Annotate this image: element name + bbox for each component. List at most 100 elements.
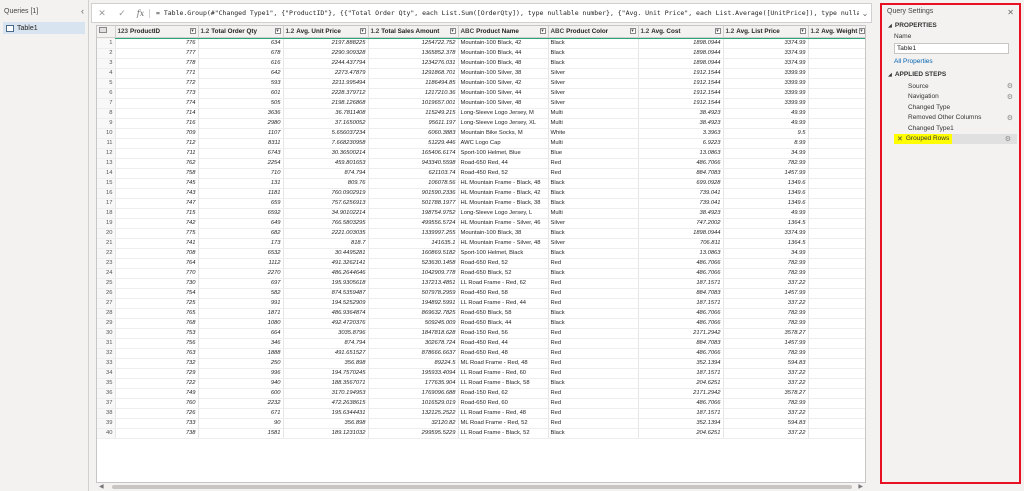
table-row[interactable]: 40 738 1581 189.1231032 299595.5229 LL Road F… [97, 428, 865, 439]
table-cell[interactable]: Long-Sleeve Logo Jersey, L [458, 208, 549, 219]
table-cell[interactable] [808, 388, 865, 399]
table-cell[interactable]: 768 [115, 318, 199, 329]
table-row[interactable]: 20 775 682 2221.003035 1339997.255 Mountain-1… [97, 228, 865, 239]
row-number[interactable]: 18 [97, 208, 116, 219]
table-cell[interactable]: 621103.74 [368, 168, 459, 179]
table-cell[interactable]: 763 [115, 348, 199, 359]
table-cell[interactable]: 3374.99 [723, 48, 809, 59]
table-cell[interactable]: 486.9364874 [283, 308, 369, 319]
table-cell[interactable]: LL Road Frame - Red, 60 [458, 368, 549, 379]
row-number[interactable]: 22 [97, 248, 116, 259]
table-cell[interactable]: 710 [198, 168, 284, 179]
table-cell[interactable]: 165406.6174 [368, 148, 459, 159]
table-cell[interactable] [808, 128, 865, 139]
column-header-total-sales-amount[interactable]: 1.2 Total Sales Amount ▾ [368, 26, 459, 38]
table-cell[interactable]: 509245.009 [368, 318, 459, 329]
table-row[interactable]: 9 716 2980 37.1650052 95611.197 Long-Sleeve L… [97, 118, 865, 129]
table-cell[interactable]: 2171.2942 [638, 388, 724, 399]
table-cell[interactable]: 754 [115, 288, 199, 299]
table-cell[interactable]: 3399.99 [723, 88, 809, 99]
table-cell[interactable]: 697 [198, 278, 284, 289]
table-cell[interactable]: 195.6344431 [283, 408, 369, 419]
table-cell[interactable]: ML Road Frame - Red, 52 [458, 418, 549, 429]
table-cell[interactable]: 884.7083 [638, 338, 724, 349]
table-cell[interactable]: 337.22 [723, 408, 809, 419]
table-cell[interactable]: 523630.1458 [368, 258, 459, 269]
table-cell[interactable]: 2254 [198, 158, 284, 169]
table-cell[interactable]: 725 [115, 298, 199, 309]
table-cell[interactable]: Road-150 Red, 62 [458, 388, 549, 399]
table-cell[interactable]: 1769096.688 [368, 388, 459, 399]
collapse-chevron-icon[interactable]: ‹ [81, 6, 84, 16]
table-cell[interactable]: 760 [115, 398, 199, 409]
table-row[interactable]: 24 770 2270 486.2644646 1042909.778 Road-650 … [97, 268, 865, 279]
column-header-avg-weight[interactable]: 1.2 Avg. Weight ▾ [808, 26, 865, 38]
table-cell[interactable]: Road-650 Black, 52 [458, 268, 549, 279]
table-cell[interactable]: Red [548, 158, 639, 169]
table-cell[interactable] [808, 208, 865, 219]
table-cell[interactable]: 747.2002 [638, 218, 724, 229]
filter-dropdown-icon[interactable]: ▾ [274, 28, 281, 34]
table-cell[interactable]: 764 [115, 258, 199, 269]
column-header-avg-unit-price[interactable]: 1.2 Avg. Unit Price ▾ [283, 26, 369, 38]
table-cell[interactable]: 299595.5229 [368, 428, 459, 439]
query-item-table1[interactable]: Table1 [3, 22, 85, 34]
table-cell[interactable]: 106078.56 [368, 178, 459, 189]
table-cell[interactable] [808, 158, 865, 169]
table-cell[interactable]: Mountain-100 Black, 42 [458, 39, 549, 49]
table-cell[interactable]: 1349.6 [723, 178, 809, 189]
table-cell[interactable]: 356.898 [283, 418, 369, 429]
table-cell[interactable] [808, 378, 865, 389]
applied-step-source[interactable]: Source ⚙ [882, 81, 1019, 92]
table-cell[interactable] [808, 188, 865, 199]
table-cell[interactable]: Black [548, 378, 639, 389]
table-row[interactable]: 36 749 600 3170.194953 1769096.688 Road-150 R… [97, 388, 865, 399]
table-cell[interactable]: 486.7066 [638, 398, 724, 409]
table-cell[interactable]: 601 [198, 88, 284, 99]
table-cell[interactable]: 991 [198, 298, 284, 309]
table-cell[interactable]: 3636 [198, 108, 284, 119]
table-cell[interactable]: 869632.7825 [368, 308, 459, 319]
table-cell[interactable]: 337.22 [723, 378, 809, 389]
table-cell[interactable]: 1042909.778 [368, 268, 459, 279]
table-cell[interactable]: 36.7811408 [283, 108, 369, 119]
table-cell[interactable]: 6592 [198, 208, 284, 219]
table-cell[interactable]: 874.5359487 [283, 288, 369, 299]
delete-step-icon[interactable]: ✕ [897, 135, 903, 143]
table-cell[interactable] [808, 138, 865, 149]
table-cell[interactable]: 593 [198, 78, 284, 89]
expand-formula-icon[interactable]: ⌄ [859, 9, 871, 18]
table-cell[interactable]: 771 [115, 68, 199, 79]
table-row[interactable]: 4 771 642 2273.47879 1291868.701 Mountain-100… [97, 68, 865, 79]
row-number[interactable]: 1 [97, 39, 116, 49]
filter-dropdown-icon[interactable]: ▾ [799, 28, 806, 34]
table-row[interactable]: 27 725 991 194.5252909 194892.5991 LL Road Fr… [97, 298, 865, 309]
table-cell[interactable]: 743 [115, 188, 199, 199]
table-cell[interactable]: Black [548, 178, 639, 189]
table-cell[interactable]: Red [548, 348, 639, 359]
table-cell[interactable]: 9.5 [723, 128, 809, 139]
table-cell[interactable]: HL Mountain Frame - Silver, 46 [458, 218, 549, 229]
table-cell[interactable]: Mountain-100 Black, 38 [458, 228, 549, 239]
table-cell[interactable]: 772 [115, 78, 199, 89]
table-cell[interactable]: 6.9223 [638, 138, 724, 149]
table-cell[interactable]: 3399.99 [723, 98, 809, 109]
table-cell[interactable]: 459.801653 [283, 158, 369, 169]
queries-header[interactable]: Queries [1] ‹ [0, 0, 88, 22]
table-cell[interactable]: 711 [115, 148, 199, 159]
table-cell[interactable]: 492.4720376 [283, 318, 369, 329]
table-cell[interactable]: 732 [115, 358, 199, 369]
table-row[interactable]: 1 776 634 2197.888225 1254722.752 Mountain-10… [97, 39, 865, 49]
table-cell[interactable]: Red [548, 398, 639, 409]
table-cell[interactable] [808, 328, 865, 339]
table-menu-icon[interactable] [97, 26, 116, 38]
table-row[interactable]: 21 741 173 818.7 141635.1 HL Mountain Frame -… [97, 238, 865, 249]
table-cell[interactable]: 3374.99 [723, 228, 809, 239]
row-number[interactable]: 10 [97, 128, 116, 139]
table-cell[interactable]: 818.7 [283, 238, 369, 249]
table-cell[interactable]: LL Road Frame - Black, 52 [458, 428, 549, 439]
table-cell[interactable] [808, 338, 865, 349]
table-cell[interactable]: 1898.0944 [638, 39, 724, 49]
table-cell[interactable]: 1217210.36 [368, 88, 459, 99]
row-number[interactable]: 14 [97, 168, 116, 179]
